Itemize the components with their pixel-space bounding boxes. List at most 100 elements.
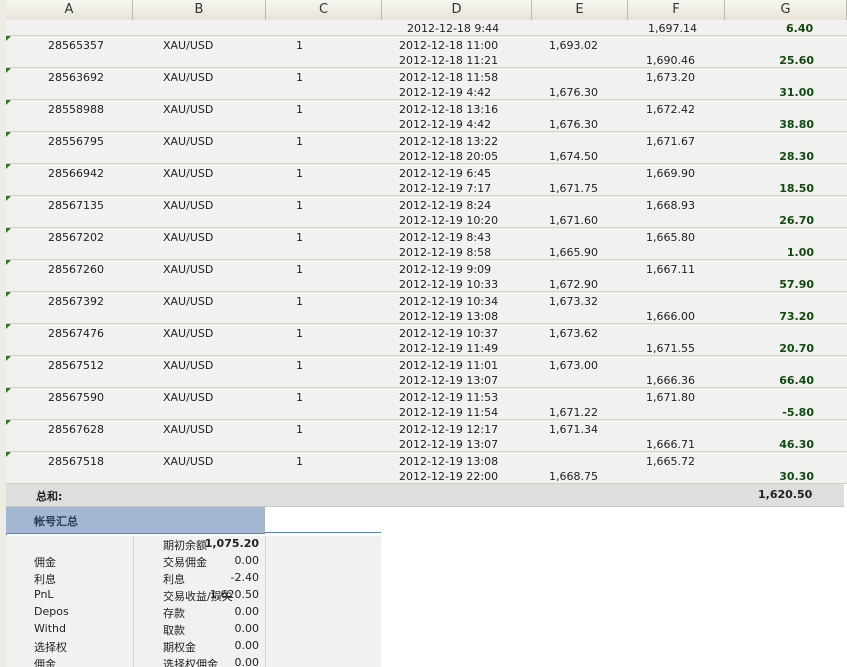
close-price-e-cell: 1,668.75 xyxy=(549,470,598,483)
ticket-cell: 28556795 xyxy=(48,135,104,148)
table-row[interactable]: 28563692 XAU/USD 1 2012-12-18 11:58 1,673.20… xyxy=(6,68,847,100)
col-header-d[interactable]: D xyxy=(382,0,532,20)
table-row[interactable]: 28567476 XAU/USD 1 2012-12-19 10:37 1,673.62… xyxy=(6,324,847,356)
comment-indicator-icon xyxy=(6,68,11,73)
open-price-f-cell: 1,672.42 xyxy=(646,103,695,116)
summary-value-cell: 0.00 xyxy=(234,605,260,618)
table-row[interactable]: 28565357 XAU/USD 1 2012-12-18 11:00 1,693.02… xyxy=(6,36,847,68)
table-row[interactable]: 28558988 XAU/USD 1 2012-12-18 13:16 1,672.42… xyxy=(6,100,847,132)
profit-cell: 46.30 xyxy=(779,438,814,451)
open-time-cell: 2012-12-18 13:16 xyxy=(399,103,499,116)
table-row-partial[interactable]: 2012-12-18 9:44 1,697.14 6.40 xyxy=(6,20,847,36)
summary-desc-cell: 交易佣金 xyxy=(163,556,207,569)
open-price-f-cell: 1,673.20 xyxy=(646,71,695,84)
close-price-e-cell: 1,676.30 xyxy=(549,118,598,131)
account-summary-title: 帐号汇总 xyxy=(34,515,78,528)
close-time-cell: 2012-12-19 10:33 xyxy=(399,278,499,291)
summary-value-cell: 0.00 xyxy=(234,554,260,567)
summary-row[interactable]: 期初余额 1,075.20 xyxy=(6,536,381,553)
total-row[interactable]: 总和: 1,620.50 xyxy=(6,484,844,507)
close-price-e-cell: 1,665.90 xyxy=(549,246,598,259)
close-time-cell: 2012-12-19 13:07 xyxy=(399,374,499,387)
symbol-cell: XAU/USD xyxy=(163,359,214,372)
open-time-cell: 2012-12-19 10:37 xyxy=(399,327,499,340)
col-header-a[interactable]: A xyxy=(6,0,133,20)
open-time-cell: 2012-12-19 11:01 xyxy=(399,359,499,372)
col-header-c[interactable]: C xyxy=(266,0,382,20)
symbol-cell: XAU/USD xyxy=(163,423,214,436)
comment-indicator-icon xyxy=(6,452,11,457)
summary-row[interactable]: 佣金 选择权佣金 0.00 xyxy=(6,655,381,667)
quantity-cell: 1 xyxy=(296,103,303,116)
table-row[interactable]: 28567135 XAU/USD 1 2012-12-19 8:24 1,668.93 2… xyxy=(6,196,847,228)
table-row[interactable]: 28567512 XAU/USD 1 2012-12-19 11:01 1,673.00… xyxy=(6,356,847,388)
summary-desc-cell: 利息 xyxy=(163,573,185,586)
quantity-cell: 1 xyxy=(296,327,303,340)
table-row[interactable]: 28567628 XAU/USD 1 2012-12-19 12:17 1,671.34… xyxy=(6,420,847,452)
col-header-g[interactable]: G xyxy=(725,0,847,20)
symbol-cell: XAU/USD xyxy=(163,39,214,52)
summary-row[interactable]: 利息 利息 -2.40 xyxy=(6,570,381,587)
spreadsheet[interactable]: A B C D E F G 2012-12-18 9:44 1,697.14 6… xyxy=(0,0,847,667)
open-time-cell: 2012-12-19 10:34 xyxy=(399,295,499,308)
summary-row[interactable]: Withd 取款 0.00 xyxy=(6,621,381,638)
quantity-cell: 1 xyxy=(296,39,303,52)
close-price-e-cell: 1,671.22 xyxy=(549,406,598,419)
close-price-e-cell: 1,672.90 xyxy=(549,278,598,291)
quantity-cell: 1 xyxy=(296,263,303,276)
col-header-e[interactable]: E xyxy=(532,0,628,20)
ticket-cell: 28567628 xyxy=(48,423,104,436)
close-time-cell: 2012-12-19 4:42 xyxy=(399,118,492,131)
ticket-cell: 28567476 xyxy=(48,327,104,340)
summary-label-cell: 佣金 xyxy=(34,658,56,667)
account-summary-header[interactable]: 帐号汇总 xyxy=(6,507,265,534)
open-time-cell: 2012-12-18 13:22 xyxy=(399,135,499,148)
col-header-b[interactable]: B xyxy=(133,0,266,20)
profit-cell: 31.00 xyxy=(779,86,814,99)
table-row[interactable]: 28556795 XAU/USD 1 2012-12-18 13:22 1,671.67… xyxy=(6,132,847,164)
profit-cell: 1.00 xyxy=(786,246,814,259)
summary-row[interactable]: 选择权 期权金 0.00 xyxy=(6,638,381,655)
table-row[interactable]: 28567202 XAU/USD 1 2012-12-19 8:43 1,665.80 2… xyxy=(6,228,847,260)
table-row[interactable]: 28567518 XAU/USD 1 2012-12-19 13:08 1,665.72… xyxy=(6,452,847,484)
header-underline xyxy=(265,532,381,533)
summary-value-cell: 0.00 xyxy=(234,656,260,667)
summary-value-cell: 0.00 xyxy=(234,639,260,652)
ticket-cell: 28567392 xyxy=(48,295,104,308)
table-row[interactable]: 28567392 XAU/USD 1 2012-12-19 10:34 1,673.32… xyxy=(6,292,847,324)
account-summary-table: 期初余额 1,075.20 佣金 交易佣金 0.00 利息 利息 -2.40 PnL 交易收益/损… xyxy=(6,536,381,667)
comment-indicator-icon xyxy=(6,132,11,137)
table-row[interactable]: 28566942 XAU/USD 1 2012-12-19 6:45 1,669.90 2… xyxy=(6,164,847,196)
summary-row[interactable]: PnL 交易收益/损失 1,620.50 xyxy=(6,587,381,604)
summary-label-cell: 佣金 xyxy=(34,556,56,569)
quantity-cell: 1 xyxy=(296,167,303,180)
ticket-cell: 28563692 xyxy=(48,71,104,84)
summary-value-cell: 1,075.20 xyxy=(204,537,259,550)
open-price-e-cell: 1,673.00 xyxy=(549,359,598,372)
close-time-cell: 2012-12-19 13:08 xyxy=(399,310,499,323)
summary-label-cell: Withd xyxy=(34,622,66,635)
col-header-f[interactable]: F xyxy=(628,0,725,20)
summary-desc-cell: 取款 xyxy=(163,624,185,637)
table-row[interactable]: 28567260 XAU/USD 1 2012-12-19 9:09 1,667.11 2… xyxy=(6,260,847,292)
comment-indicator-icon xyxy=(6,292,11,297)
profit-cell: 25.60 xyxy=(779,54,814,67)
close-time-cell: 2012-12-19 10:20 xyxy=(399,214,499,227)
summary-row[interactable]: Depos 存款 0.00 xyxy=(6,604,381,621)
comment-indicator-icon xyxy=(6,164,11,169)
quantity-cell: 1 xyxy=(296,423,303,436)
quantity-cell: 1 xyxy=(296,455,303,468)
close-price-e-cell: 1,671.60 xyxy=(549,214,598,227)
open-price-e-cell: 1,673.62 xyxy=(549,327,598,340)
close-time-cell: 2012-12-19 13:07 xyxy=(399,438,499,451)
summary-row[interactable]: 佣金 交易佣金 0.00 xyxy=(6,553,381,570)
symbol-cell: XAU/USD xyxy=(163,71,214,84)
table-row[interactable]: 28567590 XAU/USD 1 2012-12-19 11:53 1,671.80… xyxy=(6,388,847,420)
close-time-cell: 2012-12-19 7:17 xyxy=(399,182,492,195)
summary-desc-cell: 存款 xyxy=(163,607,185,620)
summary-desc-cell: 选择权佣金 xyxy=(163,658,218,667)
profit-cell: 73.20 xyxy=(779,310,814,323)
symbol-cell: XAU/USD xyxy=(163,135,214,148)
close-time-cell: 2012-12-19 8:58 xyxy=(399,246,492,259)
open-price-f-cell: 1,668.93 xyxy=(646,199,695,212)
